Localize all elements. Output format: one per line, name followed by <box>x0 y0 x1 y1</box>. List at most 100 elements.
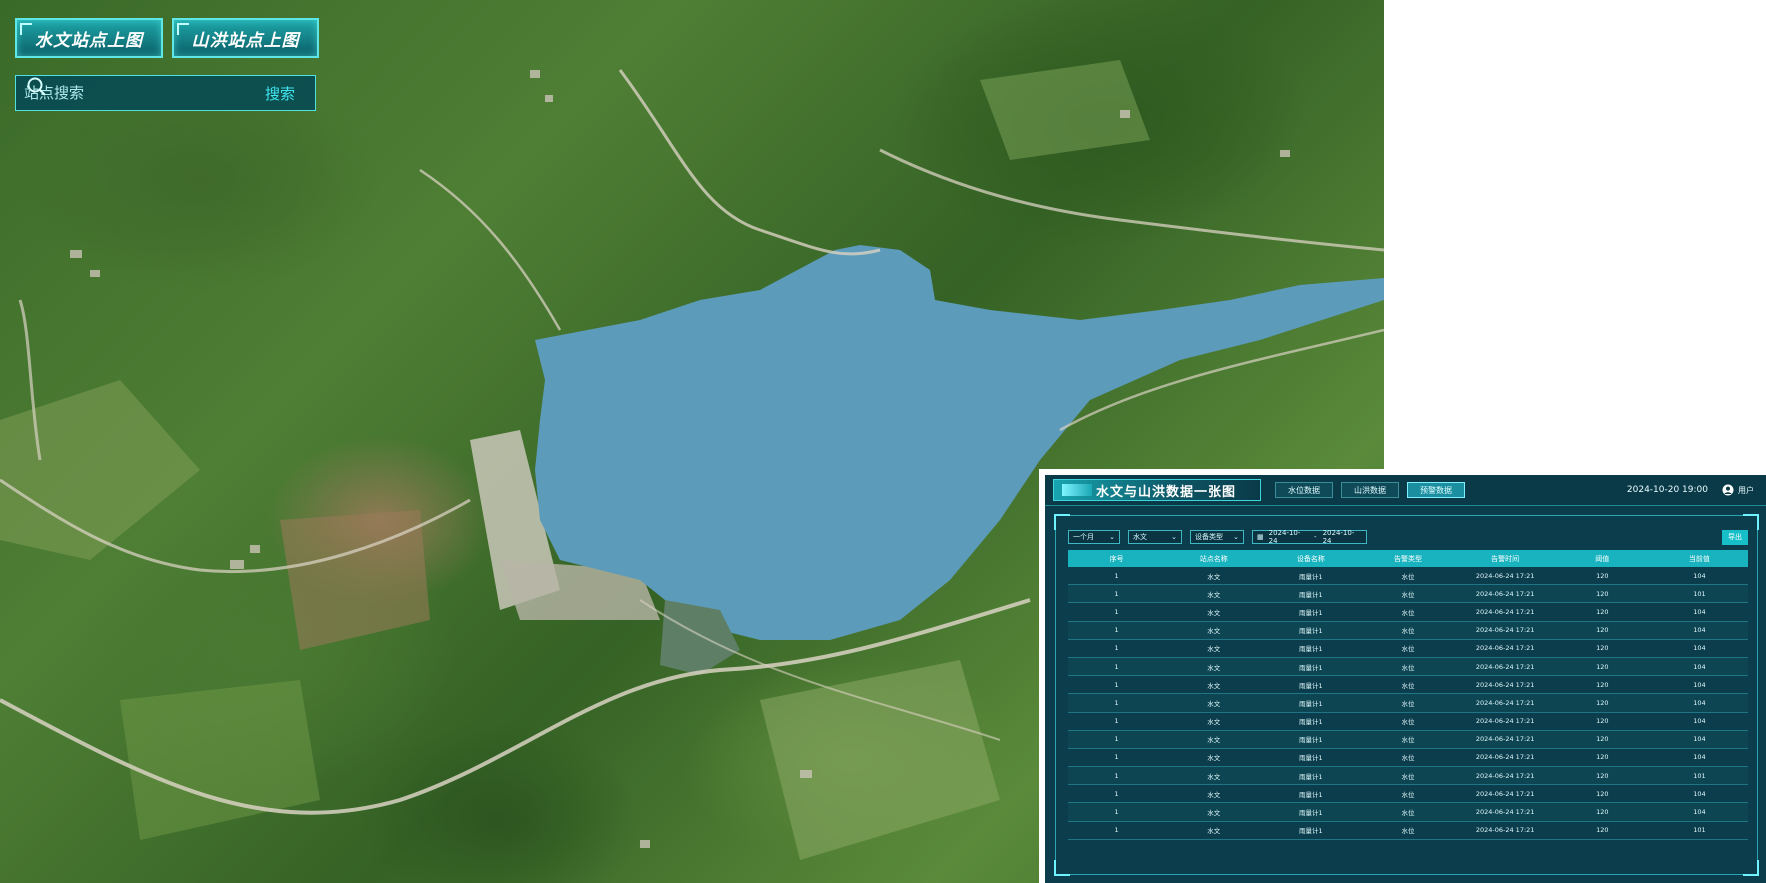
table-cell: 120 <box>1553 748 1651 768</box>
user-icon[interactable] <box>1722 484 1734 496</box>
table-cell: 120 <box>1553 621 1651 640</box>
table-cell: 水文 <box>1165 730 1263 749</box>
table-row[interactable]: 1 水文 雨量计1 水位 2024-06-24 17:21 120 101 <box>1068 821 1748 840</box>
table-row[interactable]: 1 水文 雨量计1 水位 2024-06-24 17:21 120 101 <box>1068 584 1748 604</box>
user-label[interactable]: 用户 <box>1738 485 1754 496</box>
table-cell: 水位 <box>1359 675 1457 695</box>
table-row[interactable]: 1 水文 雨量计1 水位 2024-06-24 17:21 120 104 <box>1068 748 1748 768</box>
panel-title-box: 水文与山洪数据一张图 <box>1053 479 1261 501</box>
table-cell: 水位 <box>1359 784 1457 804</box>
export-button[interactable]: 导出 <box>1722 529 1748 545</box>
table-row[interactable]: 1 水文 雨量计1 水位 2024-06-24 17:21 120 104 <box>1068 675 1748 695</box>
table-row[interactable]: 1 水文 雨量计1 水位 2024-06-24 17:21 120 104 <box>1068 784 1748 804</box>
table-cell: 水位 <box>1359 639 1457 658</box>
column-header: 序号 <box>1068 550 1166 567</box>
period-select[interactable]: 一个月 ⌄ <box>1068 530 1120 544</box>
table-cell: 120 <box>1553 675 1651 695</box>
table-cell: 1 <box>1068 784 1166 804</box>
table-body: 1 水文 雨量计1 水位 2024-06-24 17:21 120 104 1 水文 雨量计1 水位… <box>1068 567 1748 840</box>
table-cell: 2024-06-24 17:21 <box>1456 784 1554 804</box>
table-row[interactable]: 1 水文 雨量计1 水位 2024-06-24 17:21 120 104 <box>1068 730 1748 749</box>
table-cell: 2024-06-24 17:21 <box>1456 657 1554 677</box>
table-cell: 120 <box>1553 712 1651 731</box>
table-cell: 水位 <box>1359 712 1457 731</box>
table-row[interactable]: 1 水文 雨量计1 水位 2024-06-24 17:21 120 104 <box>1068 567 1748 586</box>
search-button[interactable]: 搜索 <box>259 82 301 105</box>
table-cell: 120 <box>1553 639 1651 658</box>
table-cell: 水位 <box>1359 567 1457 586</box>
table-cell: 2024-06-24 17:21 <box>1456 675 1554 695</box>
table-row[interactable]: 1 水文 雨量计1 水位 2024-06-24 17:21 120 104 <box>1068 621 1748 640</box>
table-cell: 104 <box>1650 657 1748 677</box>
table-cell: 101 <box>1650 584 1748 604</box>
table-cell: 104 <box>1650 639 1748 658</box>
table-row[interactable]: 1 水文 雨量计1 水位 2024-06-24 17:21 120 104 <box>1068 657 1748 677</box>
table-row[interactable]: 1 水文 雨量计1 水位 2024-06-24 17:21 120 104 <box>1068 712 1748 731</box>
table-cell: 水文 <box>1165 584 1263 604</box>
table-cell: 水位 <box>1359 821 1457 840</box>
table-cell: 120 <box>1553 766 1651 786</box>
date-start: 2024-10-24 <box>1268 529 1301 545</box>
table-cell: 水文 <box>1165 748 1263 768</box>
flood-station-map-button[interactable]: 山洪站点上图 <box>172 18 319 58</box>
table-cell: 2024-06-24 17:21 <box>1456 693 1554 713</box>
table-cell: 120 <box>1553 821 1651 840</box>
table-cell: 2024-06-24 17:21 <box>1456 567 1554 586</box>
column-header: 告警类型 <box>1359 550 1457 567</box>
table-row[interactable]: 1 水文 雨量计1 水位 2024-06-24 17:21 120 101 <box>1068 766 1748 786</box>
station-search-input[interactable] <box>22 83 259 103</box>
column-header: 站点名称 <box>1165 550 1263 567</box>
table-cell: 2024-06-24 17:21 <box>1456 621 1554 640</box>
table-cell: 1 <box>1068 712 1166 731</box>
hydro-station-map-button[interactable]: 水文站点上图 <box>15 18 163 58</box>
header-clock: 2024-10-20 19:00 <box>1626 485 1708 495</box>
table-cell: 1 <box>1068 657 1166 677</box>
table-cell: 水位 <box>1359 802 1457 822</box>
table-cell: 101 <box>1650 821 1748 840</box>
table-row[interactable]: 1 水文 雨量计1 水位 2024-06-24 17:21 120 104 <box>1068 693 1748 713</box>
table-cell: 水位 <box>1359 584 1457 604</box>
table-row[interactable]: 1 水文 雨量计1 水位 2024-06-24 17:21 120 104 <box>1068 639 1748 658</box>
device-type-select-value: 设备类型 <box>1195 533 1223 541</box>
table-cell: 雨量计1 <box>1262 730 1360 749</box>
category-select-value: 水文 <box>1133 533 1147 541</box>
table-cell: 1 <box>1068 730 1166 749</box>
date-range-picker[interactable]: ▦ 2024-10-24 - 2024-10-24 <box>1252 529 1367 545</box>
device-type-select[interactable]: 设备类型 ⌄ <box>1190 530 1244 544</box>
table-row[interactable]: 1 水文 雨量计1 水位 2024-06-24 17:21 120 104 <box>1068 602 1748 622</box>
table-cell: 2024-06-24 17:21 <box>1456 602 1554 622</box>
table-cell: 120 <box>1553 693 1651 713</box>
table-cell: 120 <box>1553 730 1651 749</box>
table-cell: 104 <box>1650 748 1748 768</box>
date-end: 2024-10-24 <box>1322 529 1355 545</box>
table-cell: 雨量计1 <box>1262 693 1360 713</box>
table-cell: 雨量计1 <box>1262 712 1360 731</box>
table-cell: 雨量计1 <box>1262 766 1360 786</box>
panel-title: 水文与山洪数据一张图 <box>1096 484 1237 500</box>
tab-warning-data[interactable]: 预警数据 <box>1407 482 1465 498</box>
table-cell: 水文 <box>1165 639 1263 658</box>
table-cell: 雨量计1 <box>1262 567 1360 586</box>
table-cell: 2024-06-24 17:21 <box>1456 730 1554 749</box>
table-cell: 雨量计1 <box>1262 584 1360 604</box>
table-cell: 水文 <box>1165 712 1263 731</box>
table-header-row: 序号 站点名称 设备名称 告警类型 告警时间 阈值 当前值 <box>1068 550 1748 567</box>
data-panel: 水文与山洪数据一张图 水位数据 山洪数据 预警数据 2024-10-20 19:… <box>1039 469 1766 883</box>
search-icon <box>27 77 46 96</box>
tab-flood-data[interactable]: 山洪数据 <box>1341 482 1399 498</box>
category-select[interactable]: 水文 ⌄ <box>1128 530 1182 544</box>
table-cell: 水文 <box>1165 567 1263 586</box>
table-cell: 1 <box>1068 693 1166 713</box>
table-cell: 2024-06-24 17:21 <box>1456 584 1554 604</box>
warning-content-frame: 一个月 ⌄ 水文 ⌄ 设备类型 ⌄ ▦ 2024-10-24 - 2024-10… <box>1054 514 1759 876</box>
table-cell: 雨量计1 <box>1262 748 1360 768</box>
table-cell: 1 <box>1068 639 1166 658</box>
chevron-down-icon: ⌄ <box>1233 533 1239 541</box>
frame-corner <box>1743 860 1759 876</box>
table-cell: 120 <box>1553 657 1651 677</box>
table-cell: 2024-06-24 17:21 <box>1456 821 1554 840</box>
table-row[interactable]: 1 水文 雨量计1 水位 2024-06-24 17:21 120 104 <box>1068 802 1748 822</box>
table-cell: 120 <box>1553 567 1651 586</box>
table-cell: 1 <box>1068 766 1166 786</box>
tab-water-level-data[interactable]: 水位数据 <box>1275 482 1333 498</box>
